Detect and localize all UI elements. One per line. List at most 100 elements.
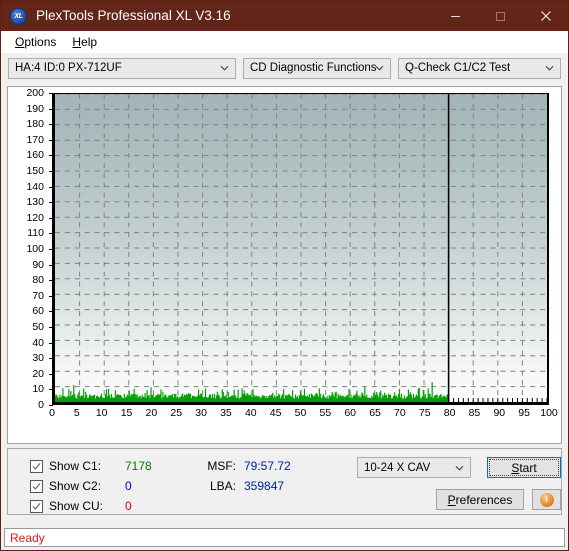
show-series-checkboxes: Show C1: 7178 Show C2: 0 Show CU: 0: [30, 456, 152, 516]
status-bar: Ready: [4, 528, 565, 547]
readout-key: MSF:: [207, 459, 236, 473]
x-axis-tick-label: 65: [369, 407, 381, 419]
check-icon: [32, 482, 41, 490]
readout-value: 359847: [244, 479, 285, 493]
maximize-icon[interactable]: [478, 1, 523, 31]
menu-bar: Options Help: [1, 31, 568, 53]
minimize-icon[interactable]: [433, 1, 478, 31]
x-axis-tick-label: 10: [95, 407, 108, 419]
speed-select[interactable]: 10-24 X CAV: [357, 457, 471, 478]
menu-options-accel: O: [15, 35, 25, 49]
x-axis-tick-label: 75: [418, 407, 431, 419]
readout-row: LBA: 359847: [196, 476, 291, 496]
window-controls: [433, 1, 568, 31]
position-readouts: MSF: 79:57.72 LBA: 359847: [196, 456, 291, 496]
checkbox-value: 0: [125, 479, 132, 493]
menu-options-rest: ptions: [24, 35, 57, 49]
x-axis-tick-label: 45: [269, 407, 282, 419]
y-axis-tick-label: 10: [32, 383, 44, 396]
x-axis-tick-label: 30: [195, 407, 207, 419]
application-window: XL PlexTools Professional XL V3.16 Optio…: [0, 0, 569, 551]
y-axis-tick-label: 90: [32, 258, 44, 271]
y-axis-tick-label: 70: [32, 289, 44, 302]
y-axis-tick-label: 130: [26, 195, 44, 208]
x-axis-tick-label: 5: [73, 407, 80, 419]
x-axis-tick-label: 20: [145, 407, 158, 419]
app-logo-icon: XL: [10, 7, 27, 25]
x-axis-tick-label: 35: [220, 407, 232, 419]
info-button[interactable]: i: [532, 489, 561, 510]
y-axis-tick-label: 120: [26, 211, 44, 224]
check-icon: [32, 462, 41, 470]
y-axis-tick-label: 20: [32, 367, 44, 380]
status-text: Ready: [10, 530, 45, 545]
y-axis-tick-label: 150: [26, 164, 44, 177]
x-axis-tick-label: 100: [540, 407, 558, 419]
toolbar: HA:4 ID:0 PX-712UF CD Diagnostic Functio…: [1, 53, 568, 83]
y-axis-tick-label: 80: [32, 273, 44, 286]
y-axis-tick-label: 160: [26, 149, 44, 162]
y-axis-tick-label: 50: [32, 320, 44, 333]
y-axis-tick-label: 190: [26, 102, 44, 115]
chart-area: 0 10 20 30 40 50 60 70 80 90 100 110 120 130 140 150 160…: [8, 87, 561, 443]
y-axis-tick-label: 170: [26, 133, 44, 146]
close-icon[interactable]: [523, 1, 568, 31]
preferences-button-label: Preferences: [447, 492, 513, 507]
info-icon: i: [539, 492, 554, 507]
function-select[interactable]: CD Diagnostic Functions: [243, 57, 391, 79]
info-icon-label: i: [545, 494, 548, 504]
menu-help-rest: elp: [81, 35, 98, 49]
chart-panel: 0 10 20 30 40 50 60 70 80 90 100 110 120 130 140 150 160…: [7, 86, 562, 444]
checkbox-label: Show CU:: [49, 499, 104, 513]
chevron-down-icon: [455, 465, 464, 471]
checkbox-row: Show CU: 0: [30, 496, 152, 516]
x-axis-tick-label: 15: [120, 407, 133, 419]
x-axis-tick-label: 70: [394, 407, 406, 419]
x-axis-tick-label: 80: [443, 407, 456, 419]
plot-region[interactable]: [52, 93, 549, 405]
preferences-button[interactable]: Preferences: [436, 489, 524, 510]
checkbox-label: Show C1:: [49, 459, 102, 473]
readout-value: 79:57.72: [244, 459, 291, 473]
app-logo-text: XL: [14, 12, 23, 20]
speed-select-value: 10-24 X CAV: [364, 461, 431, 474]
start-button-label: Start: [511, 460, 537, 475]
x-axis-tick-label: 50: [294, 407, 307, 419]
checkbox-row: Show C2: 0: [30, 476, 152, 496]
start-button[interactable]: Start: [487, 457, 561, 478]
x-axis-tick-label: 40: [244, 407, 257, 419]
window-title: PlexTools Professional XL V3.16: [36, 8, 231, 24]
y-axis-tick-label: 200: [26, 86, 44, 99]
x-axis-labels: 0 5 10 15 20 25 30 35 40 45 50 55 60 65 70 75 80 85 90 95 10…: [8, 408, 561, 424]
function-select-value: CD Diagnostic Functions: [250, 62, 377, 74]
y-axis-tick-label: 100: [26, 242, 44, 255]
title-bar: XL PlexTools Professional XL V3.16: [1, 1, 568, 31]
test-select-value: Q-Check C1/C2 Test: [405, 62, 511, 74]
checkbox-show-showc2[interactable]: [30, 479, 43, 493]
x-axis-tick-label: 0: [49, 407, 55, 419]
menu-item-help[interactable]: Help: [64, 33, 105, 51]
checkbox-label: Show C2:: [49, 479, 102, 493]
y-axis-tick-label: 30: [32, 351, 44, 364]
x-axis-tick-label: 55: [319, 407, 332, 419]
drive-select[interactable]: HA:4 ID:0 PX-712UF: [8, 57, 236, 79]
readout-key: LBA:: [209, 479, 236, 493]
checkbox-show-showcu[interactable]: [30, 499, 43, 513]
y-axis-tick: [49, 405, 53, 406]
control-panel: Show C1: 7178 Show C2: 0 Show CU: 0 MSF: 79:57…: [7, 448, 562, 515]
menu-help-accel: H: [72, 35, 82, 49]
checkbox-row: Show C1: 7178: [30, 456, 152, 476]
y-axis-tick-label: 180: [26, 117, 44, 130]
checkbox-value: 7178: [125, 459, 152, 473]
test-select[interactable]: Q-Check C1/C2 Test: [398, 57, 561, 79]
chevron-down-icon: [545, 65, 554, 71]
checkbox-show-showc1[interactable]: [30, 459, 43, 473]
readout-row: MSF: 79:57.72: [196, 456, 291, 476]
start-button-focus-ring: Start: [489, 459, 559, 476]
drive-select-value: HA:4 ID:0 PX-712UF: [15, 62, 122, 74]
x-axis-tick-label: 85: [468, 407, 481, 419]
menu-item-options[interactable]: Options: [7, 33, 64, 51]
x-axis-tick-label: 95: [518, 407, 530, 419]
x-axis-tick-label: 90: [493, 407, 506, 419]
chevron-down-icon: [220, 65, 229, 71]
